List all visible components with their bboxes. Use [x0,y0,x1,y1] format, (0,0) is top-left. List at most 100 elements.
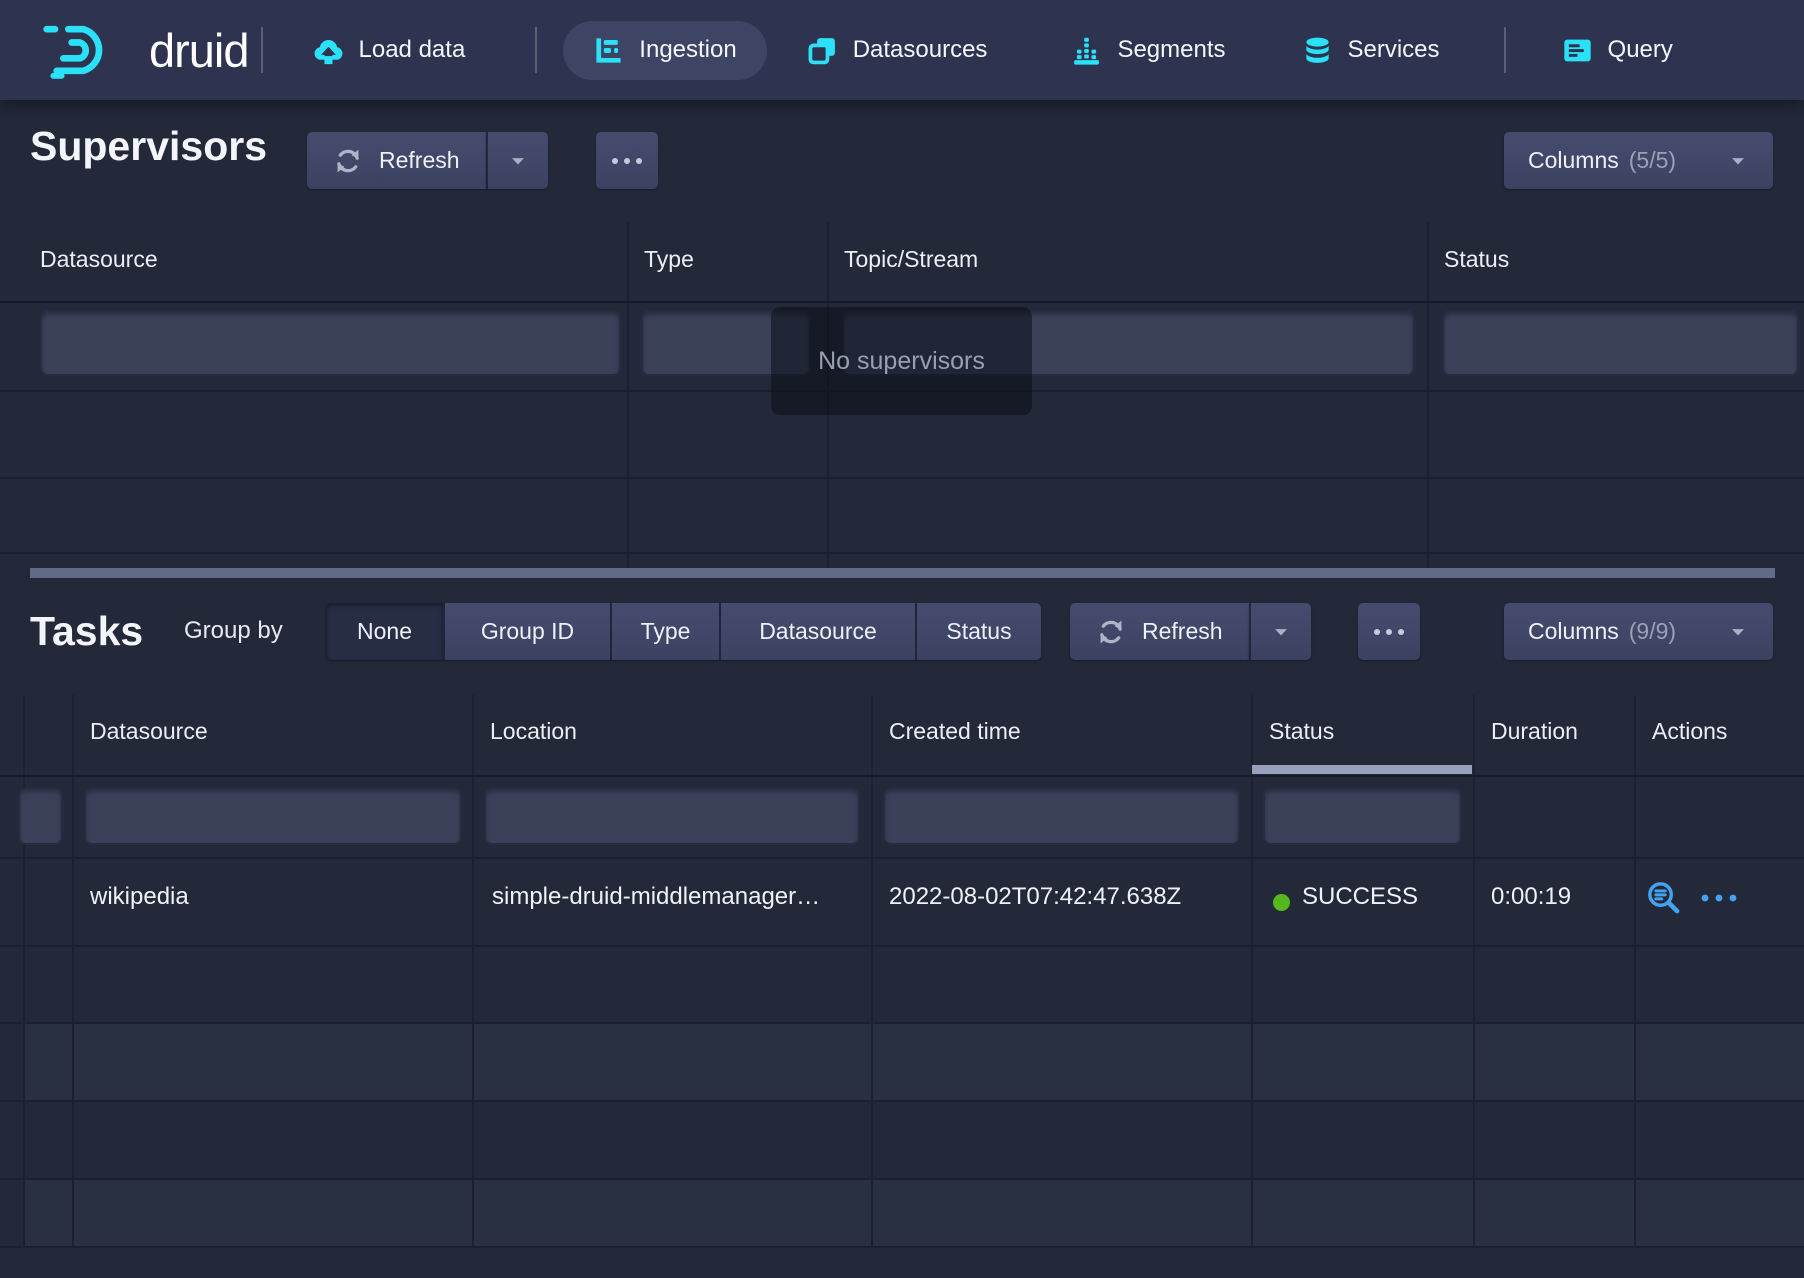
tasks-title: Tasks [30,600,143,662]
nav-datasources-label: Datasources [853,36,988,64]
nav-query[interactable]: Query [1562,35,1673,66]
tasks-more-button[interactable] [1358,603,1420,660]
column-divider [1251,695,1253,1248]
druid-console: druid Load data Ingestion [0,0,1804,1278]
tasks-header-duration[interactable]: Duration [1491,718,1578,745]
chevron-down-icon [1727,150,1749,172]
task-row-location[interactable]: simple-druid-middlemanager… [492,883,820,911]
zebra-row [23,1022,1804,1100]
tasks-refresh-caret-button[interactable] [1249,603,1311,660]
task-detail-search-icon[interactable] [1645,879,1683,917]
nav-load-data[interactable]: Load data [313,35,466,66]
supervisors-header-type[interactable]: Type [644,246,694,273]
druid-logo[interactable]: druid [35,19,249,81]
tasks-table: Datasource Location Created time Status … [0,695,1804,1248]
task-row-status[interactable]: SUCCESS [1302,883,1418,911]
task-actions-more-icon[interactable] [1699,892,1739,904]
row-divider [0,477,1804,479]
nav-services[interactable]: Services [1302,35,1440,66]
tasks-columns-count: (9/9) [1629,618,1676,645]
group-by-datasource-button[interactable]: Datasource [721,603,915,660]
tasks-refresh-group: Refresh [1070,603,1311,660]
tasks-filter-created-time-input[interactable] [883,787,1240,845]
more-icon [1372,627,1406,637]
supervisors-header-datasource[interactable]: Datasource [40,246,158,273]
tasks-header-created-time[interactable]: Created time [889,718,1021,745]
task-row-duration: 0:00:19 [1491,883,1571,911]
nav-ingestion[interactable]: Ingestion [563,21,766,80]
logo-wordmark: druid [149,23,249,78]
header-divider [0,301,1804,303]
tasks-header-location[interactable]: Location [490,718,577,745]
supervisors-table: Datasource Type Topic/Stream Status No s… [0,222,1804,568]
chevron-down-icon [507,150,529,172]
group-by-button-group: None Group ID Type Datasource Status [326,603,1041,660]
tasks-columns-button[interactable]: Columns (9/9) [1504,603,1773,660]
nav-ingestion-label: Ingestion [639,36,736,64]
column-divider [627,222,629,568]
zebra-row [23,1178,1804,1248]
supervisors-refresh-caret-button[interactable] [486,132,548,189]
task-row-created-time[interactable]: 2022-08-02T07:42:47.638Z [889,883,1181,911]
task-row-actions [1645,879,1739,917]
nav-load-data-label: Load data [359,36,466,64]
nav-segments[interactable]: Segments [1071,35,1225,66]
supervisors-title: Supervisors [30,116,267,176]
row-divider [0,1178,1804,1180]
bar-chart-icon [1071,35,1102,66]
more-icon [610,156,644,166]
navbar-divider [1504,27,1506,73]
supervisors-columns-button[interactable]: Columns (5/5) [1504,132,1773,189]
header-divider [0,775,1804,777]
supervisors-columns-count: (5/5) [1629,147,1676,174]
document-icon [1562,35,1593,66]
group-by-group-id-button[interactable]: Group ID [445,603,610,660]
column-divider [23,695,25,1248]
success-status-dot [1273,894,1290,911]
row-divider [0,857,1804,859]
supervisors-header-topic-stream[interactable]: Topic/Stream [844,246,978,273]
task-row-datasource[interactable]: wikipedia [90,883,189,911]
column-divider [1634,695,1636,1248]
tasks-filter-status-input[interactable] [1263,787,1462,845]
upload-icon [313,35,344,66]
group-by-none-button[interactable]: None [326,603,443,660]
navbar: druid Load data Ingestion [0,0,1804,100]
supervisors-filter-datasource-input[interactable] [40,310,621,376]
navbar-divider [535,27,537,73]
tasks-filter-first-input[interactable] [18,787,63,845]
layers-icon [807,35,838,66]
nav-datasources[interactable]: Datasources [807,35,988,66]
refresh-icon [1096,617,1126,647]
gantt-chart-icon [593,35,624,66]
column-divider [72,695,74,1248]
column-divider [1473,695,1475,1248]
tasks-header-datasource[interactable]: Datasource [90,718,208,745]
row-divider [0,1022,1804,1024]
tasks-columns-label: Columns [1528,618,1619,645]
tasks-refresh-label: Refresh [1142,618,1223,645]
group-by-status-button[interactable]: Status [917,603,1041,660]
tasks-refresh-button[interactable]: Refresh [1070,603,1249,660]
row-divider [0,1100,1804,1102]
nav-services-label: Services [1348,36,1440,64]
druid-logo-icon [35,19,135,81]
supervisors-more-button[interactable] [596,132,658,189]
group-by-label: Group by [184,617,283,645]
supervisors-header-status[interactable]: Status [1444,246,1509,273]
status-sort-indicator [1252,765,1472,774]
row-divider [0,1246,1804,1248]
column-divider [871,695,873,1248]
row-divider [0,945,1804,947]
supervisors-refresh-button[interactable]: Refresh [307,132,486,189]
pane-splitter-handle[interactable] [30,568,1775,578]
tasks-filter-location-input[interactable] [484,787,860,845]
chevron-down-icon [1727,621,1749,643]
database-icon [1302,35,1333,66]
supervisors-refresh-group: Refresh [307,132,548,189]
group-by-type-button[interactable]: Type [612,603,719,660]
supervisors-filter-status-input[interactable] [1442,310,1799,376]
tasks-filter-datasource-input[interactable] [84,787,462,845]
tasks-header-status[interactable]: Status [1269,718,1334,745]
no-supervisors-message: No supervisors [771,307,1032,415]
